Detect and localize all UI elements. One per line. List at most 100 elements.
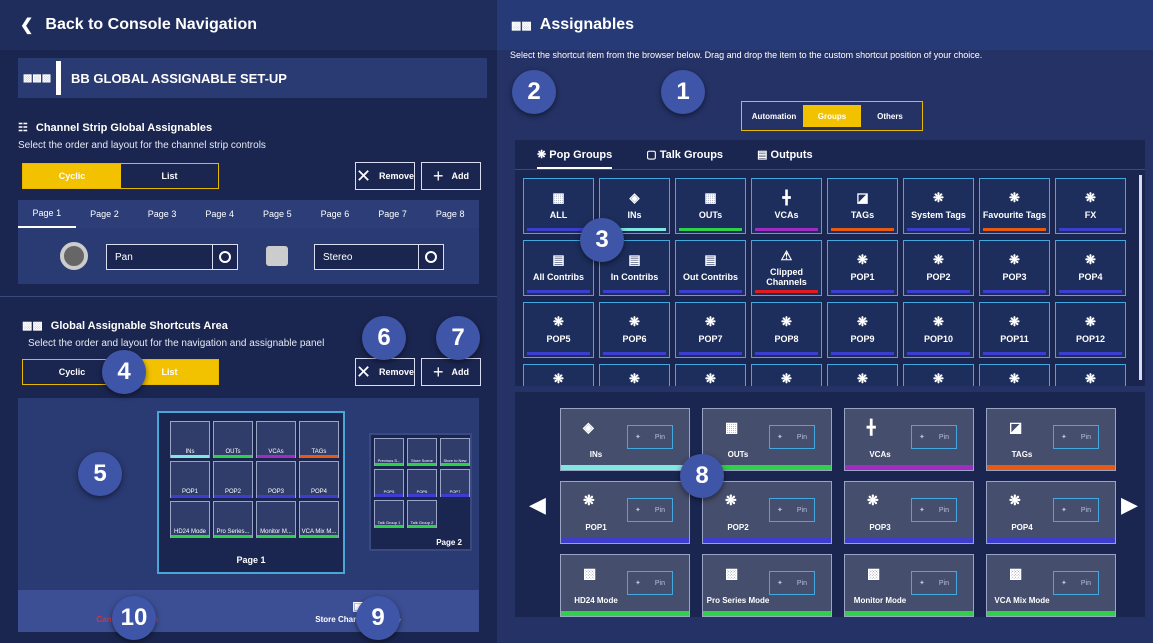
- pin-button[interactable]: ✦ Pin: [627, 425, 673, 449]
- pin-button[interactable]: ✦ Pin: [911, 571, 957, 595]
- mini-tile[interactable]: POP5: [374, 469, 404, 497]
- tab-page-2[interactable]: Page 2: [76, 200, 134, 228]
- panel-tile[interactable]: ❋ POP4 ✦ Pin: [986, 481, 1116, 544]
- pin-button[interactable]: ✦ Pin: [627, 571, 673, 595]
- browser-tile[interactable]: ❋ POP5: [523, 302, 594, 358]
- browser-tile[interactable]: ❋: [903, 364, 974, 386]
- mini-tile[interactable]: POP1: [170, 461, 210, 498]
- mini-tile[interactable]: Store to New: [440, 438, 470, 466]
- mini-tile[interactable]: Pro Series...: [213, 501, 253, 538]
- mini-tile[interactable]: Store Scene: [407, 438, 437, 466]
- mini-tile[interactable]: VCA Mix M...: [299, 501, 339, 538]
- tab-outputs[interactable]: ▤ Outputs: [757, 148, 813, 161]
- knob-icon[interactable]: [60, 242, 88, 270]
- preview-page-1[interactable]: INs OUTs VCAs TAGs POP1 POP2 POP3 POP4 H…: [157, 411, 345, 574]
- mini-tile[interactable]: POP6: [407, 469, 437, 497]
- browser-tile[interactable]: ❋ POP3: [979, 240, 1050, 296]
- panel-tile[interactable]: ▩ Pro Series Mode ✦ Pin: [702, 554, 832, 617]
- panel-tile[interactable]: ▩ HD24 Mode ✦ Pin: [560, 554, 690, 617]
- shortcut-add-button[interactable]: + Add: [421, 358, 481, 386]
- browser-tile[interactable]: ❋ POP2: [903, 240, 974, 296]
- panel-tile[interactable]: ❋ POP3 ✦ Pin: [844, 481, 974, 544]
- pin-button[interactable]: ✦ Pin: [1053, 571, 1099, 595]
- pin-button[interactable]: ✦ Pin: [911, 498, 957, 522]
- panel-tile[interactable]: ╋ VCAs ✦ Pin: [844, 408, 974, 471]
- mini-tile[interactable]: POP2: [213, 461, 253, 498]
- browser-tile[interactable]: ❋ FX: [1055, 178, 1126, 234]
- browser-tile[interactable]: ▦ ALL: [523, 178, 594, 234]
- panel-tile[interactable]: ◪ TAGs ✦ Pin: [986, 408, 1116, 471]
- tab-talk-groups[interactable]: ▢ Talk Groups: [646, 148, 723, 161]
- browser-tile[interactable]: ❋: [827, 364, 898, 386]
- browser-tile[interactable]: ▦ OUTs: [675, 178, 746, 234]
- panel-tile[interactable]: ▦ OUTs ✦ Pin: [702, 408, 832, 471]
- browser-scrollbar[interactable]: [1139, 175, 1142, 380]
- tab-page-1[interactable]: Page 1: [18, 200, 76, 228]
- browser-tile[interactable]: ◪ TAGs: [827, 178, 898, 234]
- preview-page-2[interactable]: Previous S... Store Scene Store to New P…: [369, 433, 472, 551]
- browser-tile[interactable]: ❋: [675, 364, 746, 386]
- list-option[interactable]: List: [121, 164, 218, 188]
- groups-option[interactable]: Groups: [803, 105, 861, 127]
- browser-tile[interactable]: ❋ POP1: [827, 240, 898, 296]
- tab-page-7[interactable]: Page 7: [364, 200, 422, 228]
- browser-tile[interactable]: ❋: [1055, 364, 1126, 386]
- panel-tile[interactable]: ▩ VCA Mix Mode ✦ Pin: [986, 554, 1116, 617]
- button-icon[interactable]: [266, 246, 288, 266]
- pin-button[interactable]: ✦ Pin: [1053, 425, 1099, 449]
- mini-tile[interactable]: Previous S...: [374, 438, 404, 466]
- panel-tile[interactable]: ❋ POP2 ✦ Pin: [702, 481, 832, 544]
- pin-button[interactable]: ✦ Pin: [769, 571, 815, 595]
- browser-tile[interactable]: ❋ POP7: [675, 302, 746, 358]
- chevron-right-icon[interactable]: ▶: [1121, 492, 1138, 518]
- mini-tile[interactable]: Monitor M...: [256, 501, 296, 538]
- mini-tile[interactable]: OUTs: [213, 421, 253, 458]
- mini-tile[interactable]: VCAs: [256, 421, 296, 458]
- browser-tile[interactable]: ❋ POP8: [751, 302, 822, 358]
- browser-tile[interactable]: ❋ Favourite Tags: [979, 178, 1050, 234]
- browser-tile[interactable]: ❋ POP12: [1055, 302, 1126, 358]
- tab-page-5[interactable]: Page 5: [249, 200, 307, 228]
- mini-tile[interactable]: INs: [170, 421, 210, 458]
- mini-tile[interactable]: POP4: [299, 461, 339, 498]
- tab-page-3[interactable]: Page 3: [133, 200, 191, 228]
- add-button[interactable]: + Add: [421, 162, 481, 190]
- panel-tile[interactable]: ❋ POP1 ✦ Pin: [560, 481, 690, 544]
- pin-button[interactable]: ✦ Pin: [769, 498, 815, 522]
- tab-page-8[interactable]: Page 8: [421, 200, 479, 228]
- browser-tile[interactable]: ❋ POP11: [979, 302, 1050, 358]
- remove-button[interactable]: ✕ Remove: [355, 162, 415, 190]
- mini-tile[interactable]: HD24 Mode: [170, 501, 210, 538]
- panel-tile[interactable]: ▩ Monitor Mode ✦ Pin: [844, 554, 974, 617]
- browser-tile[interactable]: ❋ POP4: [1055, 240, 1126, 296]
- browser-tile[interactable]: ❋ POP10: [903, 302, 974, 358]
- pin-button[interactable]: ✦ Pin: [627, 498, 673, 522]
- browser-tile[interactable]: ❋: [599, 364, 670, 386]
- pin-button[interactable]: ✦ Pin: [911, 425, 957, 449]
- browser-tile[interactable]: ❋: [979, 364, 1050, 386]
- panel-tile[interactable]: ◈ INs ✦ Pin: [560, 408, 690, 471]
- mini-tile[interactable]: Talk Group 1: [374, 500, 404, 528]
- browser-tile[interactable]: ❋: [523, 364, 594, 386]
- browser-tile[interactable]: ❋ System Tags: [903, 178, 974, 234]
- mini-tile[interactable]: TAGs: [299, 421, 339, 458]
- browser-tile[interactable]: ❋ POP6: [599, 302, 670, 358]
- browser-tile[interactable]: ╋ VCAs: [751, 178, 822, 234]
- mini-tile[interactable]: Talk Group 2: [407, 500, 437, 528]
- pin-button[interactable]: ✦ Pin: [769, 425, 815, 449]
- mini-tile[interactable]: POP3: [256, 461, 296, 498]
- shortcut-remove-button[interactable]: ✕ Remove: [355, 358, 415, 386]
- mini-tile[interactable]: POP7: [440, 469, 470, 497]
- browser-tile[interactable]: ❋: [751, 364, 822, 386]
- tab-page-6[interactable]: Page 6: [306, 200, 364, 228]
- others-option[interactable]: Others: [861, 105, 919, 127]
- pin-button[interactable]: ✦ Pin: [1053, 498, 1099, 522]
- assign-icon-2[interactable]: [418, 244, 444, 270]
- cyclic-option[interactable]: Cyclic: [23, 164, 121, 188]
- browser-tile[interactable]: ❋ POP9: [827, 302, 898, 358]
- browser-tile[interactable]: ▤ Out Contribs: [675, 240, 746, 296]
- tab-page-4[interactable]: Page 4: [191, 200, 249, 228]
- tab-pop-groups[interactable]: ❋ Pop Groups: [537, 148, 613, 169]
- back-to-console-button[interactable]: ❮ Back to Console Navigation: [0, 0, 497, 50]
- chevron-left-icon[interactable]: ◀: [529, 492, 546, 518]
